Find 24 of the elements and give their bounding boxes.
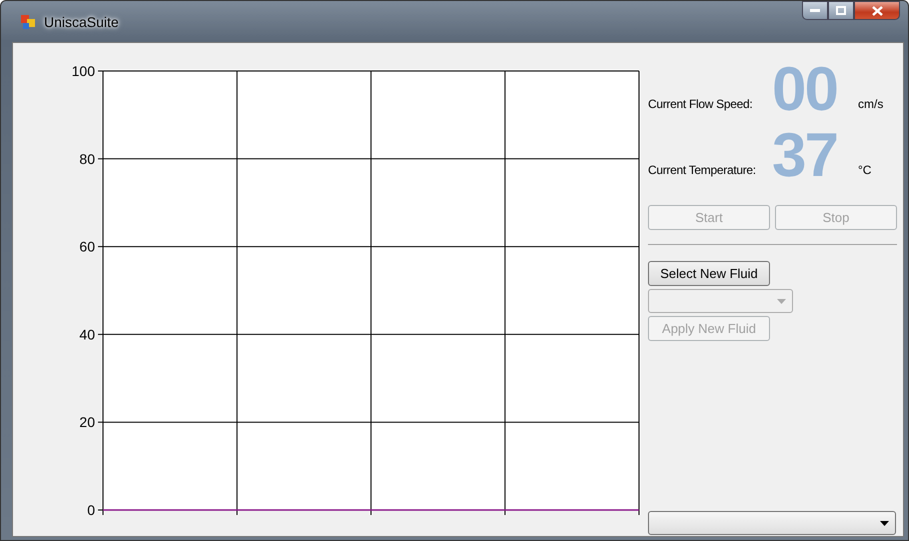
maximize-icon (836, 6, 846, 15)
minimize-icon (810, 8, 820, 12)
readout-label: Current Flow Speed: (648, 97, 754, 113)
y-tick-label: 20 (79, 414, 95, 430)
unit-label: cm/s (858, 97, 884, 113)
y-tick-label: 40 (79, 326, 95, 342)
bottom-dropdown[interactable] (648, 511, 896, 535)
minimize-button[interactable] (802, 1, 828, 20)
close-icon (872, 6, 882, 16)
y-tick-label: 100 (72, 63, 95, 79)
y-tick-label: 80 (79, 150, 95, 167)
readout-label: Current Temperature: (648, 163, 757, 179)
window-title: UniscaSuite (44, 14, 119, 30)
dropdown-arrow-icon (880, 520, 889, 526)
close-button[interactable] (854, 1, 900, 20)
y-tick-label: 60 (79, 238, 95, 255)
readout-value: 37 (772, 127, 838, 185)
app-icon (20, 14, 36, 30)
maximize-button[interactable] (828, 1, 854, 20)
y-tick-label: 0 (87, 502, 95, 518)
dropdown-arrow-icon (777, 298, 786, 304)
select-fluid-button[interactable]: Select New Fluid (648, 261, 770, 286)
readout-value: 00 (772, 61, 838, 119)
unit-label: °C (858, 163, 872, 179)
